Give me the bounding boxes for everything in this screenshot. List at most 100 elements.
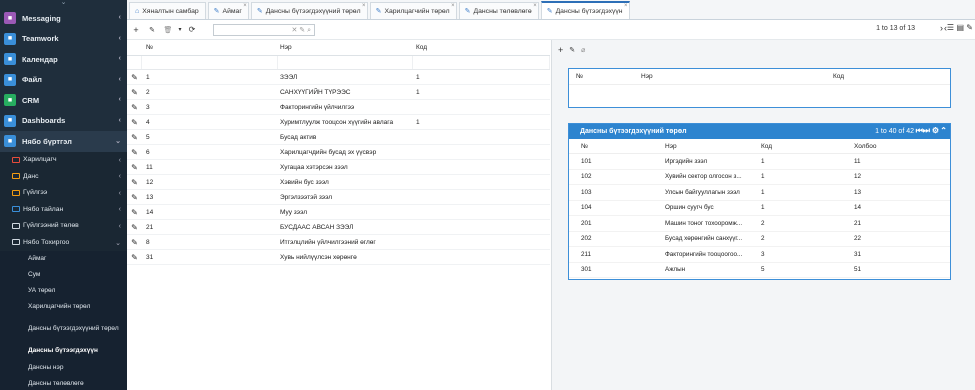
col-header-code[interactable]: Код <box>758 143 851 150</box>
sidebar-leaf[interactable]: Дансны төлөвлөгө <box>0 375 127 390</box>
sidebar-leaf[interactable]: УА төрөл <box>0 282 127 300</box>
edit-pencil-icon[interactable]: ✎ <box>127 253 142 262</box>
close-icon[interactable]: × <box>451 3 455 9</box>
delete-icon[interactable]: 🗑 <box>161 26 175 34</box>
edit-pencil-icon[interactable]: ✎ <box>127 103 142 112</box>
table-row[interactable]: 104 Оршин суугч бус 1 14 <box>569 201 950 216</box>
col-header-no[interactable]: № <box>569 73 641 80</box>
sidebar-item[interactable]: ■ Dashboards ‹ <box>0 111 127 132</box>
gear-icon[interactable]: ⚙ <box>932 126 939 135</box>
table-row[interactable]: 202 Бусад хөрөнгийн санхүүг... 2 22 <box>569 232 950 247</box>
tab[interactable]: ⌂ Хяналтын самбар <box>129 2 206 19</box>
tab[interactable]: ✎ Аймаг × <box>207 2 249 19</box>
sidebar-subitem-label: Нябо Тохиргоо <box>23 238 70 246</box>
sidebar-item[interactable]: ■ Messaging ‹ <box>0 8 127 29</box>
close-icon[interactable]: × <box>533 3 537 9</box>
edit-pencil-icon[interactable]: ✎ <box>127 193 142 202</box>
tab[interactable]: ✎ Дансны бүтээгдэхүүний төрөл × <box>250 2 368 19</box>
attach-icon[interactable]: ⌀ <box>581 46 585 54</box>
sidebar-leaf[interactable]: Дансны бүтээгдэхүүний төрөл <box>0 315 127 344</box>
table-row[interactable]: ✎ 31 Хувь нийлүүлсэн хөрөнгө <box>127 250 550 265</box>
table-row[interactable]: ✎ 12 Хэвийн бус зээл <box>127 175 550 190</box>
close-icon[interactable]: × <box>243 3 247 9</box>
table-row[interactable]: 103 Улсын байгууллагын зээл 1 13 <box>569 185 950 201</box>
edit-icon[interactable]: ✎ <box>145 26 159 34</box>
collapse-chevron-icon[interactable]: ⌃ <box>940 126 947 135</box>
table-row[interactable]: ✎ 14 Муу зээл <box>127 205 550 220</box>
col-header-name[interactable]: Нэр <box>663 143 758 150</box>
col-header-link[interactable]: Холбоо <box>851 143 945 150</box>
col-header-code[interactable]: Код <box>833 73 933 80</box>
table-row[interactable]: ✎ 8 Итгэлцлийн үйлчилгээний өглөг <box>127 235 550 250</box>
edit-icon[interactable]: ✎ <box>569 46 575 54</box>
table-row[interactable]: ✎ 6 Харилцагчдийн бусад эх үүсвэр <box>127 145 550 160</box>
chevron-left-icon: ‹ <box>118 116 121 124</box>
edit-pencil-icon[interactable]: ✎ <box>127 163 142 172</box>
tab[interactable]: ✎ Харилцагчийн төрөл × <box>369 2 457 19</box>
table-row[interactable]: 201 Машин тоног тохооромж... 2 21 <box>569 216 950 232</box>
sidebar-leaf[interactable]: Харилцагчийн төрөл <box>0 299 127 316</box>
sidebar-item[interactable]: ■ Нябо бүртгэл ⌄ <box>0 131 127 152</box>
export-icon[interactable]: ▤ <box>956 23 964 32</box>
sidebar-item-label: CRM <box>22 95 40 105</box>
sidebar-item[interactable]: ■ Teamwork ‹ <box>0 29 127 50</box>
sidebar-subitem[interactable]: Нябо Тохиргоо ⌄ <box>0 234 127 251</box>
sidebar-subitem[interactable]: Данс ‹ <box>0 168 127 185</box>
col-header-name[interactable]: Нэр <box>641 73 833 80</box>
close-icon[interactable]: × <box>362 3 366 9</box>
edit-pencil-icon[interactable]: ✎ <box>127 208 142 217</box>
edit-pencil-icon[interactable]: ✎ <box>127 73 142 82</box>
col-header-code[interactable]: Код <box>413 44 550 51</box>
sidebar-subitem-label: Харилцагч <box>23 156 57 164</box>
sidebar-subitem[interactable]: Гүйлгээ ‹ <box>0 184 127 201</box>
sidebar-item[interactable]: ■ Файл ‹ <box>0 70 127 91</box>
grid-filter-row[interactable] <box>127 56 550 70</box>
sidebar-subitem[interactable]: Харилцагч ‹ <box>0 151 127 168</box>
table-row[interactable]: ✎ 5 Бусад актив <box>127 130 550 145</box>
sidebar-leaf[interactable]: Сум <box>0 266 127 283</box>
col-header-no[interactable]: № <box>569 143 663 150</box>
cell-name: Бусад актив <box>280 133 317 141</box>
collapse-chevron-icon[interactable]: ⌄ <box>0 0 127 8</box>
sidebar-leaf[interactable]: Дансны бүтээгдэхүүн <box>0 343 127 360</box>
table-row[interactable]: ✎ 21 БУСДААС АВСАН ЗЭЭЛ <box>127 220 550 235</box>
table-row[interactable]: ✎ 13 Эргэлзээтэй зээл <box>127 190 550 205</box>
sidebar-item[interactable]: ■ Календар ‹ <box>0 49 127 70</box>
table-row[interactable]: 102 Хувийн сектор олгосон з... 1 12 <box>569 170 950 185</box>
chevron-left-icon: ‹ <box>118 173 121 180</box>
edit-pencil-icon[interactable]: ✎ <box>127 178 142 187</box>
edit-pencil-icon[interactable]: ✎ <box>127 223 142 232</box>
last-page-icon[interactable]: ⏭ <box>923 126 930 136</box>
table-row[interactable]: ✎ 2 САНХҮҮГИЙН ТҮРЭЭС 1 <box>127 85 550 100</box>
tab[interactable]: ✎ Дансны төлөвлөгө × <box>458 2 539 19</box>
sidebar-item[interactable]: ■ CRM ‹ <box>0 90 127 111</box>
table-row[interactable]: 211 Факторингийн тооцоогоо... 3 31 <box>569 247 950 263</box>
list-view-icon[interactable]: ☰ <box>947 23 954 32</box>
sidebar-leaf[interactable]: Аймаг <box>0 250 127 267</box>
edit-pencil-icon[interactable]: ✎ <box>127 88 142 97</box>
edit-pencil-icon[interactable]: ✎ <box>127 148 142 157</box>
edit-pencil-icon[interactable]: ✎ <box>127 238 142 247</box>
table-row[interactable]: ✎ 4 Хуримтлуулж тооцсон хүүгийн авлага 1 <box>127 115 550 130</box>
table-row[interactable]: 301 Ажлын 5 51 <box>569 263 950 278</box>
edit-pencil-icon[interactable]: ✎ <box>127 133 142 142</box>
col-header-name[interactable]: Нэр <box>278 44 413 51</box>
sidebar-subitem[interactable]: Нябо тайлан ‹ <box>0 201 127 218</box>
tab[interactable]: ✎ Дансны бүтээгдэхүүн × <box>540 1 630 19</box>
search-input[interactable]: ✕ ✎ ⌕ <box>213 24 315 36</box>
settings-wrench-icon[interactable]: ✎ <box>966 23 973 32</box>
dropdown-chevron-icon[interactable]: ▾ <box>177 26 183 33</box>
table-row[interactable]: ✎ 3 Факторингийн үйлчилгээ <box>127 100 550 115</box>
sidebar-leaf[interactable]: Дансны нэр <box>0 359 127 376</box>
table-row[interactable]: ✎ 11 Хугацаа хэтэрсэн зээл <box>127 160 550 175</box>
table-row[interactable]: ✎ 1 ЗЭЭЛ 1 <box>127 70 550 85</box>
close-icon[interactable]: × <box>624 3 628 9</box>
add-icon[interactable]: + <box>558 45 563 55</box>
sidebar-subitem[interactable]: Гүйлгээний төлөв ‹ <box>0 217 127 234</box>
refresh-icon[interactable]: ⟳ <box>185 25 199 34</box>
next-page-icon[interactable]: › <box>940 23 943 33</box>
edit-pencil-icon[interactable]: ✎ <box>127 118 142 127</box>
table-row[interactable]: 101 Иргэдийн зээл 1 11 <box>569 154 950 170</box>
add-icon[interactable]: + <box>129 25 143 35</box>
col-header-no[interactable]: № <box>142 44 278 51</box>
